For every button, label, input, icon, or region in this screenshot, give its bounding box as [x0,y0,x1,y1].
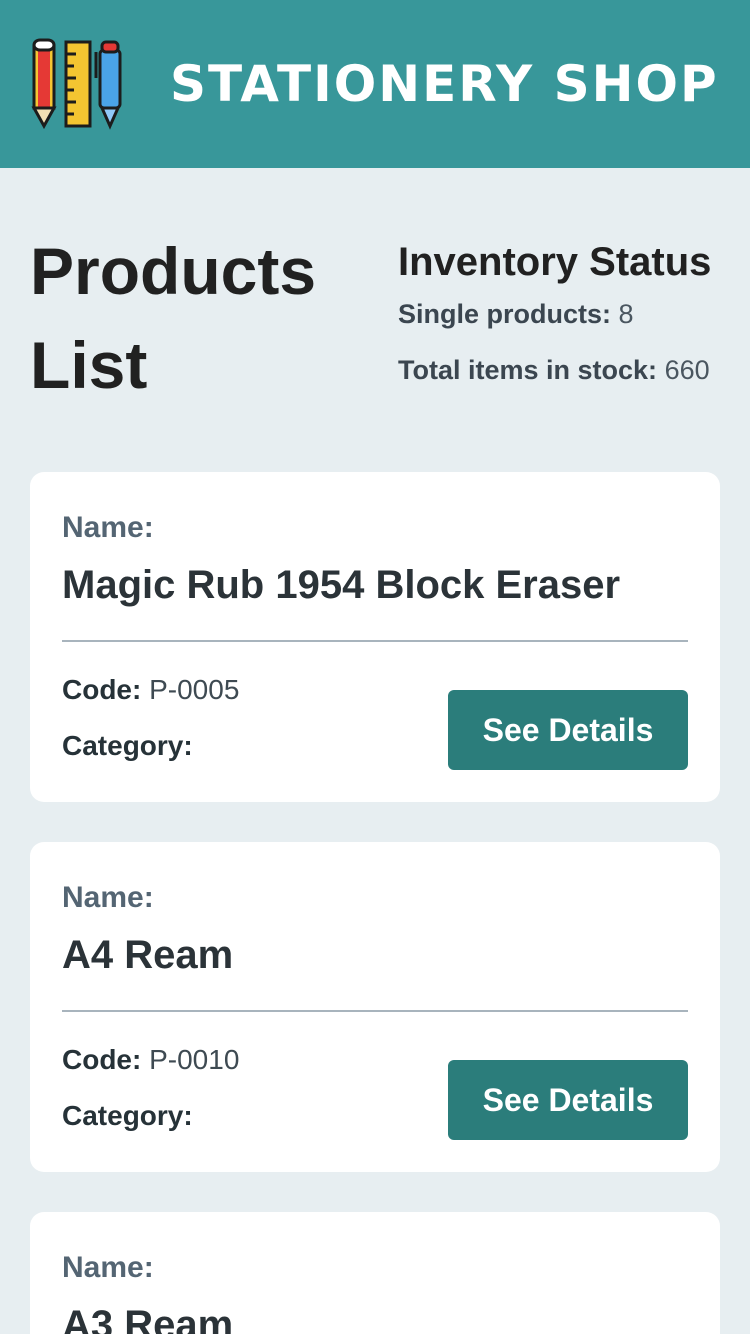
page-title: Products List [30,234,317,402]
code-label: Code: [62,674,142,705]
single-products-stat: Single products: 8 [398,286,738,342]
code-label: Code: [62,1044,142,1075]
product-code: P-0010 [149,1044,240,1075]
name-label: Name: [62,511,154,544]
card-divider [62,640,688,642]
product-name: Magic Rub 1954 Block Eraser [62,563,621,607]
product-name: A4 Ream [62,933,234,977]
name-label: Name: [62,881,154,914]
product-code: P-0005 [149,674,240,705]
product-category-row: Category: [62,1098,193,1134]
product-card: Name: A4 Ream Code: P-0010 Category: See… [30,842,720,1172]
total-items-label: Total items in stock: [398,355,658,385]
stationery-logo-icon [31,38,122,130]
product-code-row: Code: P-0005 [62,672,239,708]
total-items-value: 660 [664,355,710,385]
card-divider [62,1010,688,1012]
product-card: Name: Magic Rub 1954 Block Eraser Code: … [30,472,720,802]
name-label: Name: [62,1251,154,1284]
inventory-status-panel: Inventory Status Single products: 8 Tota… [398,238,738,398]
app-header: Stationery Shop [0,0,750,168]
product-name: A3 Ream [62,1303,234,1334]
product-category-row: Category: [62,728,193,764]
product-card: Name: A3 Ream [30,1212,720,1334]
product-code-row: Code: P-0010 [62,1042,239,1078]
see-details-button[interactable]: See Details [448,1060,688,1140]
inventory-status-heading: Inventory Status [398,240,712,284]
category-label: Category: [62,730,193,761]
total-items-stat: Total items in stock: 660 [398,342,738,398]
shop-title: Stationery Shop [170,55,719,113]
see-details-button[interactable]: See Details [448,690,688,770]
category-label: Category: [62,1100,193,1131]
single-products-value: 8 [618,299,634,329]
single-products-label: Single products: [398,299,612,329]
